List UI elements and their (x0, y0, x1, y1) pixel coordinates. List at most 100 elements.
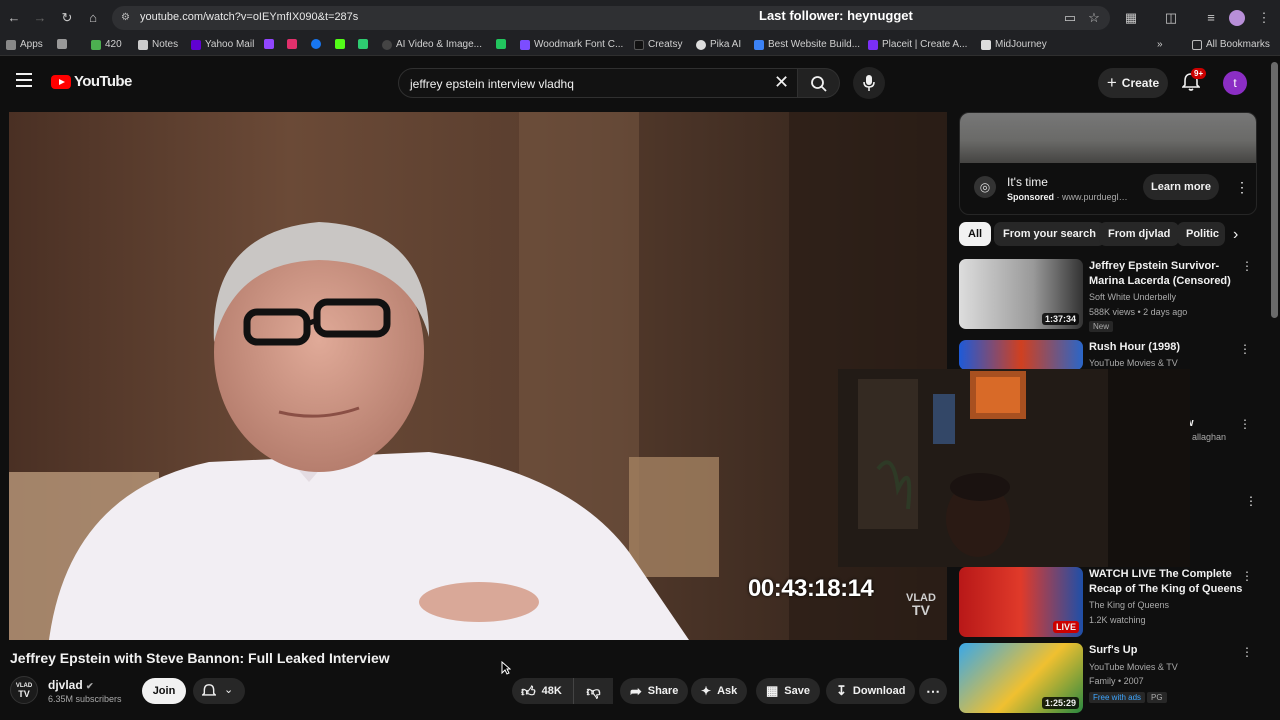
address-bar[interactable]: ⚙ youtube.com/watch?v=oIEYmfIX090&t=287s (112, 6, 1110, 30)
recommended-stats: 1.2K watching (1089, 615, 1146, 625)
instagram-icon (287, 39, 297, 49)
video-thumbnail[interactable]: 1:25:29 (959, 643, 1083, 713)
extensions-icon[interactable]: ▦ (1122, 9, 1140, 27)
recommended-title[interactable]: Rush Hour (1998) (1089, 340, 1247, 355)
bookmark-midjourney[interactable]: MidJourney (981, 39, 1047, 50)
bookmark-facebook[interactable] (311, 39, 321, 49)
subscription-bell-button[interactable]: ⌄ (193, 678, 245, 704)
recommended-channel[interactable]: YouTube Movies & TV (1089, 662, 1178, 672)
openai-icon (382, 39, 392, 50)
recommended-video[interactable]: Rush Hour (1998) YouTube Movies & TV ⋮ (959, 340, 1257, 370)
duration-badge: 1:25:29 (1041, 697, 1079, 709)
learn-more-button[interactable]: Learn more (1143, 174, 1219, 200)
download-button[interactable]: ↧ Download (826, 678, 916, 704)
chip-all[interactable]: All (959, 222, 992, 246)
dislike-button[interactable]: 👎︎ (573, 678, 613, 704)
recommended-title[interactable]: Surf's Up (1089, 643, 1247, 658)
more-vertical-icon[interactable]: ⋮ (1239, 418, 1251, 430)
reload-icon[interactable]: ↻ (58, 9, 76, 27)
clear-search-icon[interactable]: ✕ (774, 72, 789, 93)
free-with-ads-badge: Free with ads (1089, 692, 1146, 703)
more-vertical-icon[interactable]: ⋮ (1245, 494, 1257, 508)
recommended-channel[interactable]: allaghan (1192, 432, 1226, 442)
home-icon[interactable]: ⌂ (84, 9, 102, 27)
verified-icon: ✔ (86, 681, 94, 691)
bookmark-woodmark[interactable]: Woodmark Font C... (520, 39, 623, 50)
search-icon (811, 76, 827, 92)
browser-menu-icon[interactable]: ⋮ (1255, 9, 1273, 27)
bookmark-instagram[interactable] (287, 39, 297, 49)
tab-search-icon[interactable]: ◫ (1162, 9, 1180, 27)
channel-avatar[interactable]: VLAD TV (10, 676, 38, 704)
leaf-icon (91, 39, 101, 50)
search-query-text[interactable]: jeffrey epstein interview vladhq (410, 77, 574, 91)
profile-icon[interactable] (1229, 10, 1245, 26)
notifications-button[interactable]: 9+ (1181, 68, 1207, 94)
recommended-channel[interactable]: YouTube Movies & TV (1089, 358, 1178, 368)
more-actions-button[interactable]: ⋯ (919, 678, 947, 704)
bookmark-placeit[interactable]: Placeit | Create A... (868, 39, 967, 50)
chip-from-djvlad[interactable]: From djvlad (1099, 222, 1180, 246)
bookmark-creatsy[interactable]: Creatsy (634, 39, 682, 50)
back-icon[interactable]: ← (5, 9, 23, 27)
chevron-right-icon[interactable]: › (1233, 226, 1238, 244)
url-text[interactable]: youtube.com/watch?v=oIEYmfIX090&t=287s (140, 11, 358, 23)
builder-icon (754, 39, 764, 50)
youtube-logo[interactable]: YouTube (51, 73, 132, 90)
recommended-channel[interactable]: The King of Queens (1089, 600, 1169, 610)
forward-icon[interactable]: → (31, 9, 49, 27)
menu-icon[interactable] (16, 73, 32, 87)
more-vertical-icon[interactable]: ⋮ (1241, 570, 1253, 582)
bookmark-website-builder[interactable]: Best Website Build... (754, 39, 860, 50)
thumbs-down-icon: 👎︎ (586, 682, 601, 699)
more-vertical-icon[interactable]: ⋮ (1239, 343, 1251, 355)
video-thumbnail[interactable] (959, 340, 1083, 370)
recommended-video[interactable]: 1:37:34 Jeffrey Epstein Survivor-Marina … (959, 259, 1257, 334)
sponsored-ad-card[interactable]: ◎ It's time Sponsored · www.purduegl… Le… (959, 112, 1257, 215)
recommended-video[interactable]: LIVE WATCH LIVE The Complete Recap of Th… (959, 567, 1257, 637)
recommended-title[interactable]: Jeffrey Epstein Survivor-Marina Lacerda … (1089, 259, 1247, 289)
bookmark-star-icon[interactable]: ☆ (1085, 9, 1103, 27)
site-info-icon[interactable]: ⚙ (121, 11, 135, 25)
browser-toolbar: ← → ↻ ⌂ ⚙ youtube.com/watch?v=oIEYmfIX09… (0, 0, 1280, 36)
recommended-title[interactable]: WATCH LIVE The Complete Recap of The Kin… (1089, 567, 1247, 597)
bookmark-d[interactable] (358, 39, 368, 49)
bookmark-apps[interactable]: Apps (6, 39, 43, 50)
bookmark-pika[interactable]: Pika AI (696, 39, 741, 50)
voice-search-button[interactable] (853, 67, 885, 99)
video-player[interactable] (9, 112, 947, 640)
reading-list-icon[interactable]: ≡ (1202, 9, 1220, 27)
video-thumbnail[interactable]: LIVE (959, 567, 1083, 637)
search-button[interactable] (798, 68, 840, 98)
create-button[interactable]: + Create (1098, 68, 1168, 98)
more-bookmarks-icon[interactable]: » (1157, 39, 1163, 50)
chip-from-your-search[interactable]: From your search (994, 222, 1105, 246)
bookmark-notes[interactable]: Notes (138, 39, 178, 50)
video-thumbnail[interactable]: 1:37:34 (959, 259, 1083, 329)
more-vertical-icon[interactable]: ⋮ (1241, 260, 1253, 272)
bookmark-twitch[interactable] (264, 39, 274, 49)
bookmark-icon: ▦ (766, 683, 779, 698)
install-icon[interactable]: ▭ (1061, 9, 1079, 27)
recommended-channel[interactable]: Soft White Underbelly (1089, 292, 1176, 302)
join-button[interactable]: Join (142, 678, 186, 704)
ad-more-icon[interactable]: ⋮ (1235, 179, 1249, 196)
search-input[interactable]: jeffrey epstein interview vladhq ✕ (398, 68, 798, 98)
account-avatar[interactable]: t (1223, 71, 1247, 95)
page-scrollbar[interactable] (1271, 62, 1278, 318)
chip-politics[interactable]: Politic (1177, 222, 1225, 246)
ask-button[interactable]: ✦ Ask (691, 678, 748, 704)
share-button[interactable]: ➦ Share (620, 678, 689, 704)
all-bookmarks[interactable]: All Bookmarks (1192, 39, 1270, 50)
recommended-video[interactable]: 1:25:29 Surf's Up YouTube Movies & TV Fa… (959, 643, 1257, 713)
channel-name[interactable]: djvlad ✔ (48, 678, 94, 692)
bookmark-green[interactable] (496, 39, 506, 49)
bookmark-420[interactable]: 420 (91, 39, 122, 50)
save-button[interactable]: ▦ Save (756, 678, 820, 704)
bookmark-yahoo-mail[interactable]: Yahoo Mail (191, 39, 254, 50)
bookmark-ai-video[interactable]: AI Video & Image... (382, 39, 482, 50)
youtube-header: YouTube jeffrey epstein interview vladhq… (0, 56, 1280, 108)
grid-icon[interactable] (57, 39, 67, 49)
bookmark-kick[interactable] (335, 39, 345, 49)
more-vertical-icon[interactable]: ⋮ (1241, 646, 1253, 658)
